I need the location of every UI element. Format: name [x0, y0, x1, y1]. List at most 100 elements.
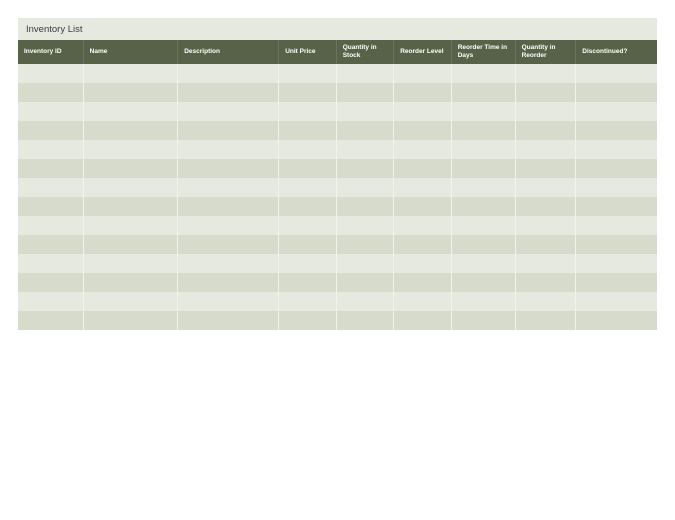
table-row[interactable]: [18, 216, 657, 235]
col-header-reorder-time-in-days[interactable]: Reorder Time in Days: [451, 40, 515, 64]
table-cell[interactable]: [18, 159, 83, 178]
table-cell[interactable]: [279, 235, 337, 254]
table-cell[interactable]: [18, 140, 83, 159]
col-header-unit-price[interactable]: Unit Price: [279, 40, 337, 64]
table-cell[interactable]: [515, 178, 576, 197]
table-cell[interactable]: [576, 121, 657, 140]
table-cell[interactable]: [336, 292, 394, 311]
table-cell[interactable]: [515, 254, 576, 273]
table-cell[interactable]: [576, 178, 657, 197]
table-cell[interactable]: [178, 102, 279, 121]
table-cell[interactable]: [515, 235, 576, 254]
table-row[interactable]: [18, 197, 657, 216]
table-cell[interactable]: [18, 64, 83, 83]
table-cell[interactable]: [83, 197, 178, 216]
table-cell[interactable]: [451, 254, 515, 273]
table-cell[interactable]: [178, 83, 279, 102]
table-cell[interactable]: [515, 159, 576, 178]
col-header-inventory-id[interactable]: Inventory ID: [18, 40, 83, 64]
col-header-discontinued[interactable]: Discontinued?: [576, 40, 657, 64]
table-cell[interactable]: [336, 311, 394, 330]
table-cell[interactable]: [515, 102, 576, 121]
table-cell[interactable]: [18, 83, 83, 102]
col-header-quantity-in-reorder[interactable]: Quantity in Reorder: [515, 40, 576, 64]
table-cell[interactable]: [336, 178, 394, 197]
table-cell[interactable]: [336, 254, 394, 273]
table-cell[interactable]: [83, 273, 178, 292]
table-cell[interactable]: [336, 235, 394, 254]
col-header-description[interactable]: Description: [178, 40, 279, 64]
table-cell[interactable]: [451, 83, 515, 102]
table-cell[interactable]: [18, 311, 83, 330]
table-cell[interactable]: [394, 254, 452, 273]
table-cell[interactable]: [18, 292, 83, 311]
table-cell[interactable]: [576, 273, 657, 292]
table-cell[interactable]: [18, 235, 83, 254]
table-row[interactable]: [18, 235, 657, 254]
table-row[interactable]: [18, 64, 657, 83]
table-cell[interactable]: [394, 102, 452, 121]
table-cell[interactable]: [576, 159, 657, 178]
table-cell[interactable]: [451, 159, 515, 178]
table-cell[interactable]: [178, 216, 279, 235]
table-cell[interactable]: [83, 292, 178, 311]
table-cell[interactable]: [83, 121, 178, 140]
table-cell[interactable]: [576, 292, 657, 311]
table-row[interactable]: [18, 311, 657, 330]
table-cell[interactable]: [515, 311, 576, 330]
table-cell[interactable]: [515, 216, 576, 235]
table-cell[interactable]: [178, 273, 279, 292]
table-cell[interactable]: [178, 311, 279, 330]
table-cell[interactable]: [336, 197, 394, 216]
table-cell[interactable]: [336, 159, 394, 178]
table-cell[interactable]: [336, 140, 394, 159]
table-cell[interactable]: [83, 254, 178, 273]
table-cell[interactable]: [83, 311, 178, 330]
table-cell[interactable]: [279, 159, 337, 178]
table-cell[interactable]: [451, 64, 515, 83]
table-cell[interactable]: [515, 197, 576, 216]
table-cell[interactable]: [394, 273, 452, 292]
table-cell[interactable]: [178, 254, 279, 273]
table-cell[interactable]: [451, 216, 515, 235]
table-cell[interactable]: [83, 235, 178, 254]
table-row[interactable]: [18, 292, 657, 311]
table-cell[interactable]: [83, 159, 178, 178]
col-header-quantity-in-stock[interactable]: Quantity in Stock: [336, 40, 394, 64]
table-cell[interactable]: [279, 178, 337, 197]
col-header-name[interactable]: Name: [83, 40, 178, 64]
table-cell[interactable]: [515, 83, 576, 102]
table-cell[interactable]: [279, 273, 337, 292]
table-cell[interactable]: [279, 140, 337, 159]
table-cell[interactable]: [451, 197, 515, 216]
table-cell[interactable]: [18, 102, 83, 121]
table-cell[interactable]: [18, 121, 83, 140]
table-cell[interactable]: [394, 83, 452, 102]
table-row[interactable]: [18, 273, 657, 292]
table-cell[interactable]: [279, 292, 337, 311]
col-header-reorder-level[interactable]: Reorder Level: [394, 40, 452, 64]
table-cell[interactable]: [576, 64, 657, 83]
table-row[interactable]: [18, 102, 657, 121]
table-cell[interactable]: [178, 140, 279, 159]
table-cell[interactable]: [18, 178, 83, 197]
table-cell[interactable]: [576, 102, 657, 121]
table-cell[interactable]: [451, 311, 515, 330]
table-cell[interactable]: [576, 216, 657, 235]
table-cell[interactable]: [394, 311, 452, 330]
table-cell[interactable]: [83, 64, 178, 83]
table-cell[interactable]: [515, 140, 576, 159]
table-cell[interactable]: [576, 311, 657, 330]
table-cell[interactable]: [178, 64, 279, 83]
table-cell[interactable]: [178, 159, 279, 178]
table-cell[interactable]: [279, 102, 337, 121]
table-cell[interactable]: [336, 273, 394, 292]
table-cell[interactable]: [83, 178, 178, 197]
table-cell[interactable]: [178, 292, 279, 311]
table-cell[interactable]: [451, 102, 515, 121]
table-cell[interactable]: [576, 254, 657, 273]
table-cell[interactable]: [279, 197, 337, 216]
table-cell[interactable]: [451, 273, 515, 292]
table-cell[interactable]: [451, 121, 515, 140]
table-cell[interactable]: [576, 140, 657, 159]
